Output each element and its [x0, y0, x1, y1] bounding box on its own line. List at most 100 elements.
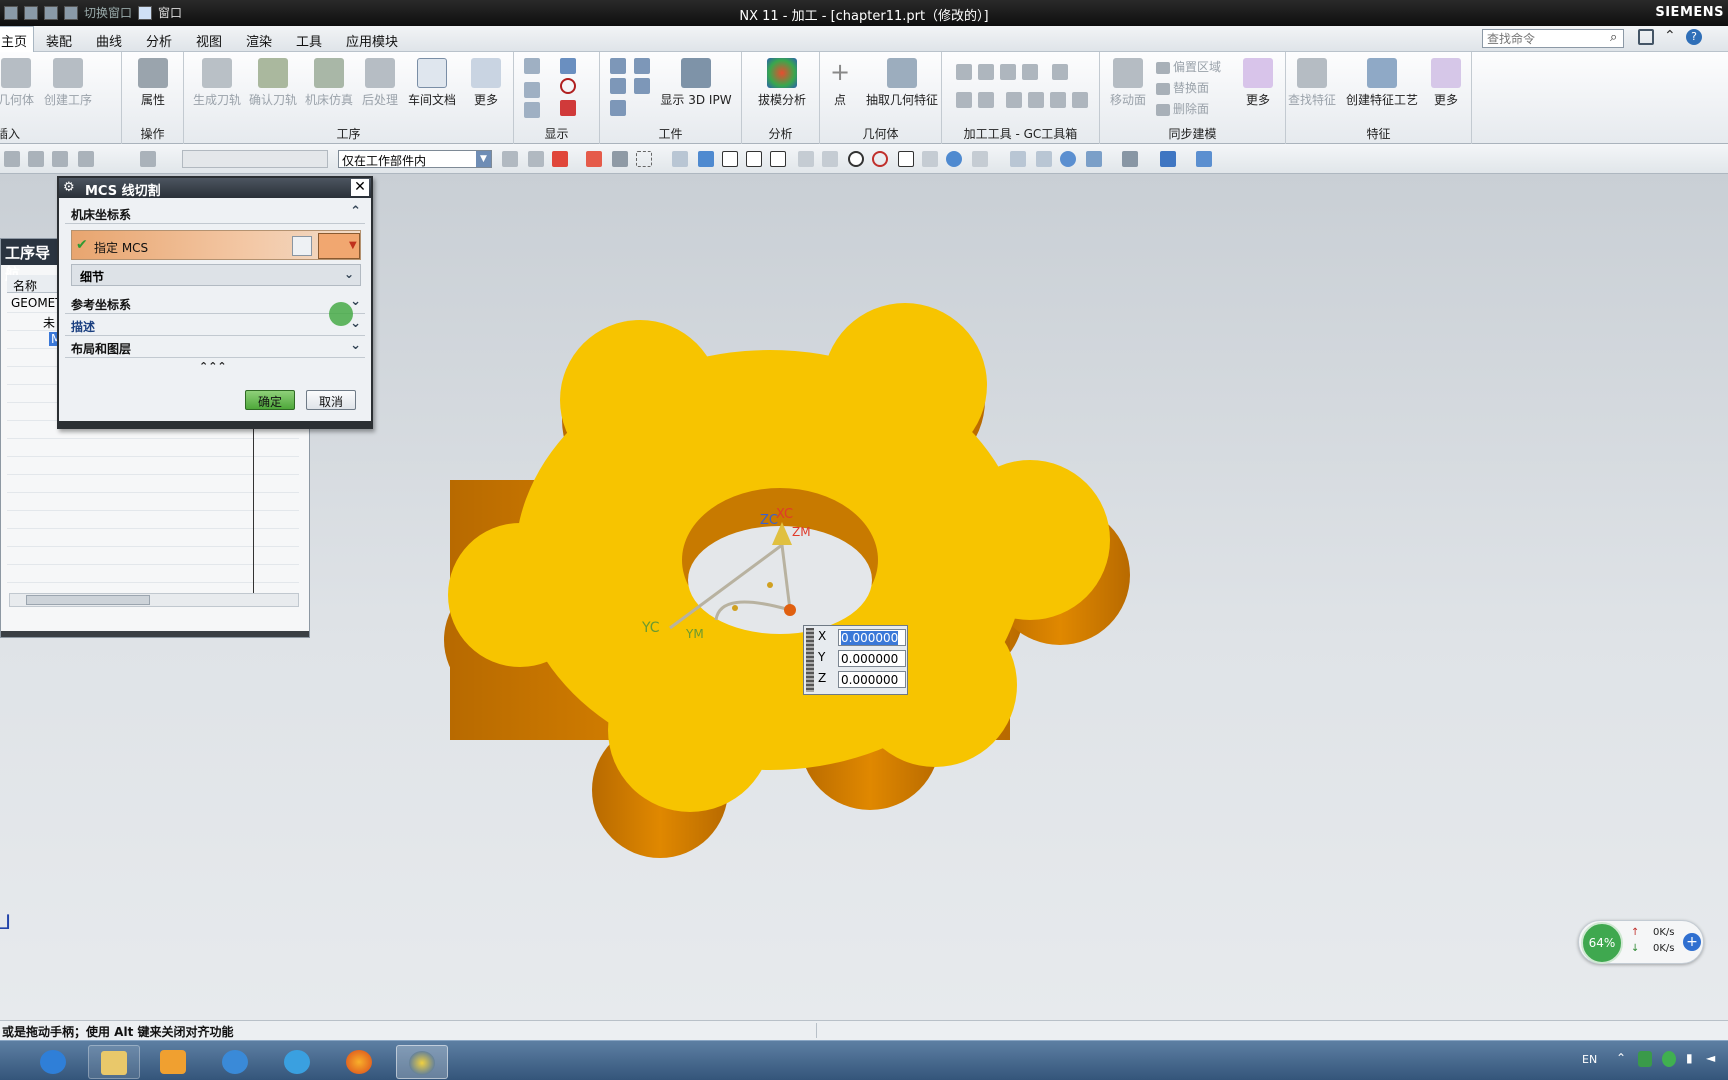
- show-3d-ipw-button[interactable]: 显示 3D IPW: [660, 58, 732, 108]
- section-description[interactable]: 描述 ⌄: [65, 314, 365, 336]
- geometry-button[interactable]: 几何体: [0, 58, 40, 108]
- gc-icon-11[interactable]: [1072, 92, 1088, 108]
- more-feature-button[interactable]: 更多: [1426, 58, 1466, 108]
- snap-icon-2[interactable]: [528, 151, 544, 167]
- gc-icon-4[interactable]: [1022, 64, 1038, 80]
- scrollbar-thumb[interactable]: [26, 595, 150, 605]
- chevron-down-icon[interactable]: ▼: [349, 240, 357, 251]
- snap-icon-9[interactable]: [722, 151, 738, 167]
- ie-taskbar-button[interactable]: [28, 1045, 80, 1079]
- more-procedure-button[interactable]: 更多: [466, 58, 506, 108]
- section-reference-cs[interactable]: 参考坐标系 ⌄: [65, 292, 365, 314]
- display-icon-6[interactable]: [560, 100, 576, 116]
- y-coordinate-field[interactable]: 0.000000: [838, 650, 906, 667]
- section-layout-layers[interactable]: 布局和图层 ⌄: [65, 336, 365, 358]
- workpiece-icon-1[interactable]: [610, 58, 626, 74]
- gc-icon-9[interactable]: [1028, 92, 1044, 108]
- shop-doc-button[interactable]: 车间文档: [406, 58, 458, 108]
- delete-face-button[interactable]: 删除面: [1156, 100, 1209, 117]
- help-icon[interactable]: ?: [1686, 29, 1702, 45]
- view-icon-2[interactable]: [1036, 151, 1052, 167]
- collapse-ribbon-icon[interactable]: ⌃: [1664, 28, 1676, 44]
- display-icon-3[interactable]: [524, 102, 540, 118]
- snap-icon-1[interactable]: [502, 151, 518, 167]
- snap-icon-8[interactable]: [698, 151, 714, 167]
- generate-path-button[interactable]: 生成刀轨: [192, 58, 242, 108]
- chevron-down-icon[interactable]: ▼: [476, 151, 491, 167]
- app-taskbar-button-1[interactable]: [210, 1045, 262, 1079]
- gc-icon-1[interactable]: [956, 64, 972, 80]
- snap-icon-19[interactable]: [972, 151, 988, 167]
- view-icon-4[interactable]: [1086, 151, 1102, 167]
- chevron-down-icon[interactable]: ⌄: [350, 338, 361, 353]
- select-icon-1[interactable]: [4, 151, 20, 167]
- select-icon-4[interactable]: [78, 151, 94, 167]
- snap-icon-6[interactable]: [636, 151, 652, 167]
- network-icon[interactable]: ▮: [1686, 1051, 1693, 1065]
- view-icon-5[interactable]: [1122, 151, 1138, 167]
- firefox-taskbar-button[interactable]: [334, 1045, 386, 1079]
- chevron-up-icon[interactable]: ⌃: [350, 204, 361, 219]
- snap-icon-18[interactable]: [946, 151, 962, 167]
- close-button[interactable]: ✕: [351, 179, 369, 196]
- gc-icon-5[interactable]: [1052, 64, 1068, 80]
- select-icon-2[interactable]: [28, 151, 44, 167]
- specify-mcs-row[interactable]: ✔ 指定 MCS ▼: [71, 230, 361, 260]
- tab-assembly[interactable]: 装配: [46, 31, 72, 50]
- workpiece-icon-3[interactable]: [610, 100, 626, 116]
- display-icon-4[interactable]: [560, 58, 576, 74]
- select-icon-5[interactable]: [140, 151, 156, 167]
- snap-icon-14[interactable]: [848, 151, 864, 167]
- gc-icon-8[interactable]: [1006, 92, 1022, 108]
- csys-type-button[interactable]: ▼: [318, 233, 360, 259]
- find-feature-button[interactable]: 查找特征: [1286, 58, 1338, 108]
- drag-handle[interactable]: [806, 628, 814, 692]
- create-feature-process-button[interactable]: 创建特征工艺: [1342, 58, 1422, 108]
- snap-icon-5[interactable]: [612, 151, 628, 167]
- tab-view[interactable]: 视图: [196, 31, 222, 50]
- tab-tools[interactable]: 工具: [296, 31, 322, 50]
- fullscreen-icon[interactable]: [1638, 29, 1654, 45]
- draft-analysis-button[interactable]: 拔模分析: [752, 58, 812, 108]
- snap-icon-12[interactable]: [798, 151, 814, 167]
- snap-icon-4[interactable]: [586, 151, 602, 167]
- volume-icon[interactable]: ◄: [1706, 1051, 1715, 1065]
- shield-icon[interactable]: [1638, 1051, 1652, 1067]
- gc-icon-10[interactable]: [1050, 92, 1066, 108]
- snap-icon-11[interactable]: [770, 151, 786, 167]
- more-sync-button[interactable]: 更多: [1238, 58, 1278, 108]
- snap-icon-17[interactable]: [922, 151, 938, 167]
- workpiece-icon-2[interactable]: [610, 78, 626, 94]
- csys-dialog-button[interactable]: [292, 236, 312, 256]
- app-taskbar-button-2[interactable]: [272, 1045, 324, 1079]
- plus-icon[interactable]: +: [1683, 933, 1701, 951]
- scope-filter-dropdown[interactable]: 仅在工作部件内: [338, 150, 492, 168]
- snap-icon-16[interactable]: [898, 151, 914, 167]
- section-machine-cs[interactable]: 机床坐标系 ⌃: [65, 202, 365, 224]
- machine-sim-button[interactable]: 机床仿真: [304, 58, 354, 108]
- move-face-button[interactable]: 移动面: [1106, 58, 1150, 108]
- tab-curve[interactable]: 曲线: [96, 31, 122, 50]
- tab-render[interactable]: 渲染: [246, 31, 272, 50]
- snap-icon-7[interactable]: [672, 151, 688, 167]
- nx-taskbar-button[interactable]: [396, 1045, 448, 1079]
- tray-app-icon[interactable]: [1662, 1051, 1676, 1067]
- point-button[interactable]: + 点: [822, 58, 858, 108]
- tab-app-modules[interactable]: 应用模块: [346, 31, 398, 50]
- postprocess-button[interactable]: 后处理: [360, 58, 400, 108]
- tab-home[interactable]: 主页: [0, 26, 35, 52]
- chevron-down-icon[interactable]: ⌄: [344, 267, 354, 281]
- offset-region-button[interactable]: 偏置区域: [1156, 58, 1221, 75]
- snap-icon-3[interactable]: [552, 151, 568, 167]
- type-filter-dropdown[interactable]: [182, 150, 328, 168]
- language-indicator[interactable]: EN: [1582, 1053, 1597, 1066]
- extract-geometry-button[interactable]: 抽取几何特征: [862, 58, 942, 108]
- verify-path-button[interactable]: 确认刀轨: [248, 58, 298, 108]
- command-search-input[interactable]: [1482, 29, 1624, 48]
- display-icon-2[interactable]: [524, 82, 540, 98]
- snap-icon-13[interactable]: [822, 151, 838, 167]
- chevron-down-icon[interactable]: ⌄: [350, 294, 361, 309]
- search-icon[interactable]: ⌕: [1610, 30, 1624, 46]
- tray-expand-icon[interactable]: ⌃: [1616, 1051, 1626, 1065]
- ok-button[interactable]: 确定: [245, 390, 295, 410]
